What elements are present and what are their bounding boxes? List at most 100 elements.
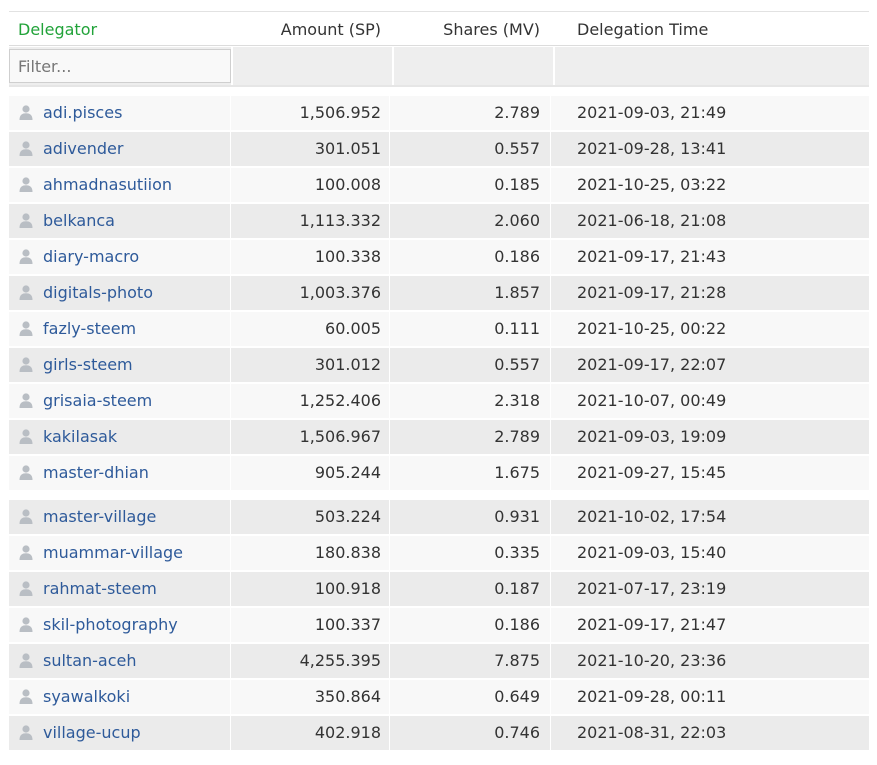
user-icon [18,422,34,444]
amount-cell: 1,252.406 [231,384,390,418]
shares-cell: 0.649 [390,680,551,714]
amount-cell: 503.224 [231,500,390,534]
user-icon [18,134,34,156]
delegator-link[interactable]: grisaia-steem [43,391,152,410]
filter-cell-shares [394,47,553,85]
delegator-cell: syawalkoki [9,680,231,714]
delegator-cell: master-dhian [9,456,231,490]
time-cell: 2021-08-31, 22:03 [577,723,727,742]
shares-cell: 0.186 [390,608,551,642]
time-cell: 2021-10-25, 03:22 [577,175,727,194]
delegator-cell: skil-photography [9,608,231,642]
user-icon [18,538,34,560]
user-icon [18,350,34,372]
amount-cell: 60.005 [231,312,390,346]
table-row: adivender 301.051 0.557 2021-09-28, 13:41 [9,132,869,166]
amount-cell: 1,003.376 [231,276,390,310]
delegator-cell: ahmadnasutiion [9,168,231,202]
delegator-cell: grisaia-steem [9,384,231,418]
time-cell: 2021-10-07, 00:49 [577,391,727,410]
delegator-link[interactable]: fazly-steem [43,319,136,338]
time-cell: 2021-09-17, 22:07 [577,355,727,374]
amount-cell: 301.012 [231,348,390,382]
shares-cell: 0.335 [390,536,551,570]
shares-cell: 0.557 [390,348,551,382]
delegator-link[interactable]: ahmadnasutiion [43,175,172,194]
delegator-link[interactable]: syawalkoki [43,687,130,706]
delegator-cell: sultan-aceh [9,644,231,678]
delegator-link[interactable]: skil-photography [43,615,178,634]
amount-cell: 180.838 [231,536,390,570]
user-icon [18,206,34,228]
shares-cell: 2.318 [390,384,551,418]
table-row: belkanca 1,113.332 2.060 2021-06-18, 21:08 [9,204,869,238]
filter-input[interactable] [9,49,231,83]
table-row: muammar-village 180.838 0.335 2021-09-03, 1… [9,536,869,570]
delegator-link[interactable]: village-ucup [43,723,141,742]
time-cell: 2021-09-03, 21:49 [577,103,727,122]
delegator-link[interactable]: adi.pisces [43,103,122,122]
time-cell: 2021-09-28, 00:11 [577,687,727,706]
user-icon [18,718,34,740]
delegator-cell: adi.pisces [9,96,231,130]
user-icon [18,278,34,300]
table-row: master-village 503.224 0.931 2021-10-02, 17… [9,500,869,534]
delegator-cell: belkanca [9,204,231,238]
user-icon [18,682,34,704]
shares-cell: 2.060 [390,204,551,238]
amount-cell: 301.051 [231,132,390,166]
header-delegator[interactable]: Delegator [9,13,231,47]
filter-divider [9,85,869,87]
header-divider [9,45,869,46]
time-cell: 2021-10-02, 17:54 [577,507,727,526]
delegator-link[interactable]: kakilasak [43,427,117,446]
table-row: grisaia-steem 1,252.406 2.318 2021-10-07, 0… [9,384,869,418]
shares-cell: 0.186 [390,240,551,274]
time-cell: 2021-09-03, 15:40 [577,543,727,562]
table-row: master-dhian 905.244 1.675 2021-09-27, 15:4… [9,456,869,490]
shares-cell: 7.875 [390,644,551,678]
delegator-link[interactable]: muammar-village [43,543,183,562]
table-row: skil-photography 100.337 0.186 2021-09-17, … [9,608,869,642]
table-row: ahmadnasutiion 100.008 0.185 2021-10-25, 03… [9,168,869,202]
amount-cell: 100.338 [231,240,390,274]
delegator-cell: girls-steem [9,348,231,382]
delegator-link[interactable]: belkanca [43,211,115,230]
table-row: fazly-steem 60.005 0.111 2021-10-25, 00:22 [9,312,869,346]
shares-cell: 0.557 [390,132,551,166]
shares-cell: 0.185 [390,168,551,202]
top-divider [9,11,869,12]
amount-cell: 350.864 [231,680,390,714]
shares-cell: 0.111 [390,312,551,346]
delegator-link[interactable]: diary-macro [43,247,139,266]
delegator-link[interactable]: girls-steem [43,355,133,374]
time-cell: 2021-09-03, 19:09 [577,427,727,446]
amount-cell: 1,113.332 [231,204,390,238]
time-cell: 2021-09-27, 15:45 [577,463,727,482]
delegator-cell: rahmat-steem [9,572,231,606]
delegator-cell: digitals-photo [9,276,231,310]
time-cell: 2021-09-17, 21:28 [577,283,727,302]
user-icon [18,610,34,632]
shares-cell: 0.746 [390,716,551,750]
amount-cell: 100.337 [231,608,390,642]
table-row: village-ucup 402.918 0.746 2021-08-31, 22:0… [9,716,869,750]
delegator-cell: adivender [9,132,231,166]
user-icon [18,458,34,480]
filter-cell-amount [233,47,392,85]
delegator-link[interactable]: digitals-photo [43,283,153,302]
filter-cell-time [555,47,869,85]
header-amount[interactable]: Amount (SP) [231,13,390,47]
shares-cell: 1.675 [390,456,551,490]
filter-row [9,47,869,85]
header-shares[interactable]: Shares (MV) [390,13,551,47]
delegator-link[interactable]: master-village [43,507,156,526]
delegator-link[interactable]: rahmat-steem [43,579,157,598]
amount-cell: 402.918 [231,716,390,750]
delegator-link[interactable]: adivender [43,139,123,158]
delegator-link[interactable]: master-dhian [43,463,149,482]
header-delegation-time[interactable]: Delegation Time [551,13,869,47]
amount-cell: 1,506.952 [231,96,390,130]
delegator-link[interactable]: sultan-aceh [43,651,137,670]
amount-cell: 4,255.395 [231,644,390,678]
